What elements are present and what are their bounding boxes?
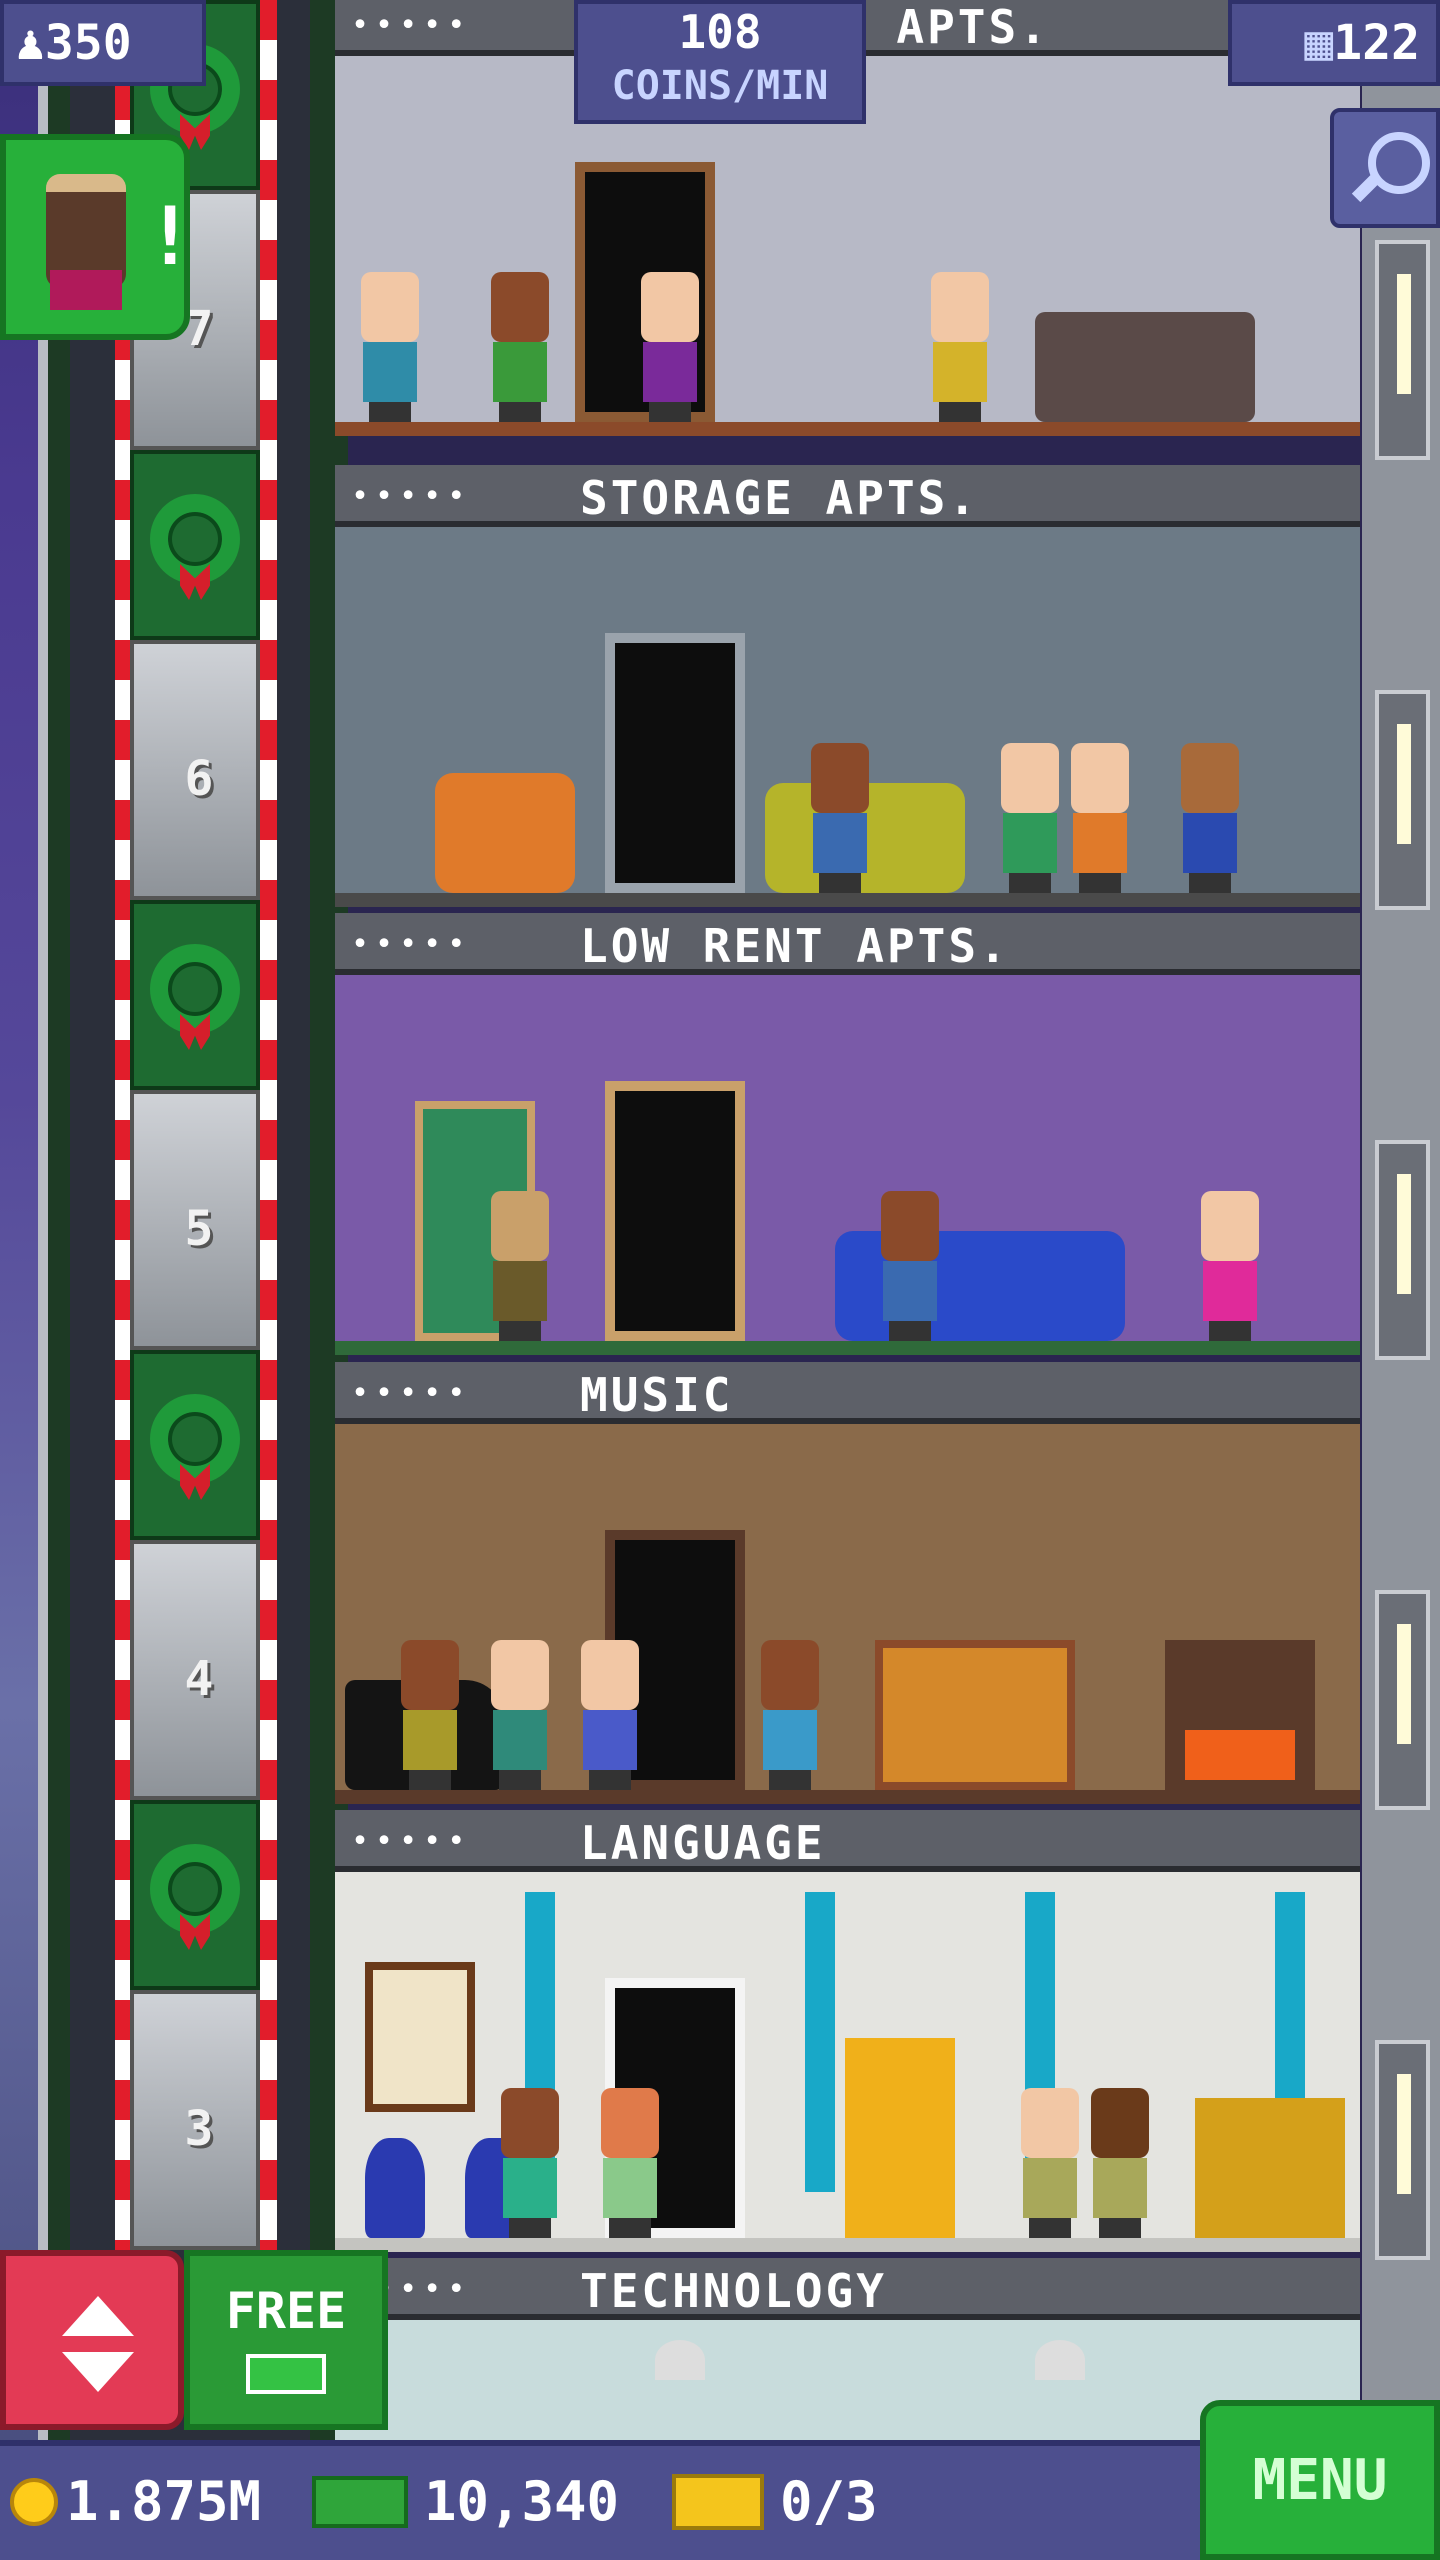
elevator-floor-number: 3 [184, 2101, 214, 2157]
floor-name: TECHNOLOGY [580, 2264, 887, 2318]
resident[interactable] [755, 1640, 825, 1790]
floor-language[interactable]: ••••• LANGUAGE [335, 1810, 1360, 2258]
resident[interactable] [805, 743, 875, 893]
elevator-floor-number: 6 [184, 751, 214, 807]
residents-indicator: ••••• [351, 1824, 472, 1859]
bux-icon [246, 2354, 326, 2394]
visitor-alert-button[interactable]: ! [0, 134, 194, 340]
resident[interactable] [395, 1640, 465, 1790]
coins-per-min-unit: COINS/MIN [611, 63, 829, 109]
search-button[interactable] [1330, 108, 1440, 228]
floor-name: LANGUAGE [580, 1816, 826, 1870]
residents-indicator: ••••• [351, 479, 472, 514]
wreath-icon [130, 900, 260, 1090]
arrow-up-icon [62, 2296, 134, 2336]
wreath-icon [130, 1800, 260, 1990]
throne [845, 2038, 955, 2238]
pole-window [1375, 1590, 1430, 1810]
resident[interactable] [1085, 2088, 1155, 2238]
elevator-button[interactable] [0, 2250, 184, 2430]
coins-per-min-panel: 108 COINS/MIN [574, 0, 866, 124]
floor-name: & APTS. [835, 0, 1050, 54]
resident[interactable] [1065, 743, 1135, 893]
room-interior [335, 1424, 1360, 1804]
scroll-painting [365, 1962, 475, 2112]
coins-value: 1.875M [66, 2470, 262, 2533]
population-counter[interactable]: ♟350 [0, 0, 206, 86]
room-interior [335, 1872, 1360, 2252]
bux-value: 10,340 [424, 2470, 620, 2533]
ceiling-lamp [655, 2340, 705, 2380]
floors-icon: ▦ [1304, 15, 1334, 71]
elevator-floor-number: 4 [184, 1651, 214, 1707]
resident[interactable] [875, 1191, 945, 1341]
pole-window [1375, 1140, 1430, 1360]
alert-icon: ! [146, 190, 195, 283]
free-bux-button[interactable]: FREE [184, 2250, 388, 2430]
resident[interactable] [1195, 1191, 1265, 1341]
room-door [605, 633, 745, 893]
wreath-icon [130, 1350, 260, 1540]
resident[interactable] [635, 272, 705, 422]
elevator-floor-cell: 6 [130, 640, 260, 900]
shrine [1195, 2098, 1345, 2238]
room-door [605, 1081, 745, 1341]
pole-window [1375, 240, 1430, 460]
armchair [435, 773, 575, 893]
floor-music[interactable]: ••••• MUSIC [335, 1362, 1360, 1810]
floor-low-rent-apts[interactable]: ••••• LOW RENT APTS. [335, 913, 1360, 1361]
residents-indicator: ••••• [351, 8, 472, 43]
room-interior [335, 975, 1360, 1355]
room-interior [335, 527, 1360, 907]
resident[interactable] [485, 1640, 555, 1790]
pole-window [1375, 690, 1430, 910]
ticket-icon [672, 2474, 764, 2530]
resident[interactable] [485, 272, 555, 422]
resident[interactable] [595, 2088, 665, 2238]
column [805, 1892, 835, 2192]
resident[interactable] [495, 2088, 565, 2238]
ceiling-lamp [1035, 2340, 1085, 2380]
bed [875, 1640, 1075, 1790]
floors-value: 122 [1333, 15, 1420, 71]
free-label: FREE [225, 2282, 347, 2340]
elevator-floor-cell: 4 [130, 1540, 260, 1800]
tickets-value: 0/3 [780, 2470, 878, 2533]
resident[interactable] [995, 743, 1065, 893]
wreath-icon [130, 450, 260, 640]
population-value: 350 [44, 15, 132, 71]
floor-name: STORAGE APTS. [580, 471, 980, 525]
residents-indicator: ••••• [351, 927, 472, 962]
elevator-floor-number: 5 [184, 1201, 214, 1257]
resident[interactable] [925, 272, 995, 422]
bux-icon [312, 2476, 408, 2528]
vase [365, 2138, 425, 2238]
floor-name: LOW RENT APTS. [580, 919, 1010, 973]
resident[interactable] [575, 1640, 645, 1790]
elevator-floor-cell: 3 [130, 1990, 260, 2250]
resident[interactable] [485, 1191, 555, 1341]
residents-indicator: ••••• [351, 1376, 472, 1411]
resident[interactable] [355, 272, 425, 422]
menu-button[interactable]: MENU [1200, 2400, 1440, 2560]
coins-per-min-value: 108 [678, 5, 762, 59]
population-icon: ♟ [16, 15, 45, 71]
floors-counter[interactable]: ▦122 [1228, 0, 1440, 86]
floor-name: MUSIC [580, 1368, 734, 1422]
elevator-floor-cell: 5 [130, 1090, 260, 1350]
floor-storage-apts[interactable]: ••••• STORAGE APTS. [335, 465, 1360, 913]
pole-window [1375, 2040, 1430, 2260]
resident[interactable] [1175, 743, 1245, 893]
couch [1035, 312, 1255, 422]
arrow-down-icon [62, 2352, 134, 2392]
coin-icon [10, 2478, 58, 2526]
resident[interactable] [1015, 2088, 1085, 2238]
fireplace [1165, 1640, 1315, 1790]
